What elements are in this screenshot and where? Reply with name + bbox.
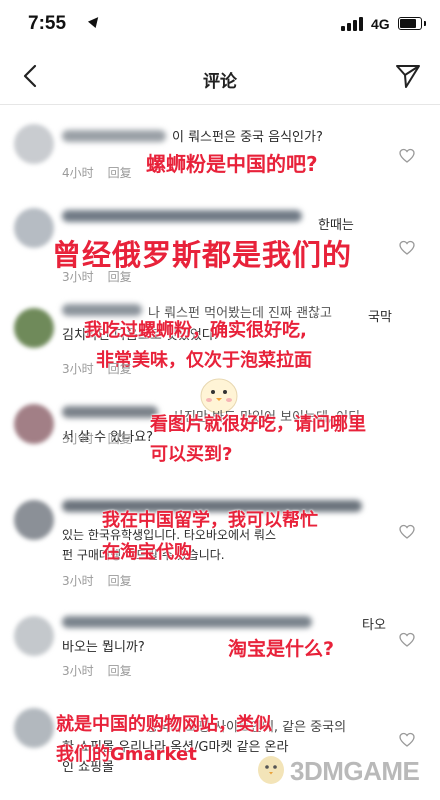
avatar[interactable] [14, 308, 54, 348]
caption-overlay: 螺蛳粉是中国的吧? [146, 152, 318, 176]
like-heart-icon[interactable] [399, 632, 415, 648]
caption-overlay: 淘宝是什么? [228, 638, 335, 660]
comment-time: 3小时 [62, 362, 94, 376]
3dmgame-logo-icon [258, 756, 284, 784]
username-blurred[interactable] [62, 304, 142, 316]
comment-time: 3小时 [62, 574, 94, 588]
comment-time: 3小时 [62, 432, 94, 446]
comment-time: 3小时 [62, 270, 94, 284]
location-icon [87, 13, 103, 29]
comment-time: 4小时 [62, 166, 94, 180]
reply-button[interactable]: 回复 [108, 664, 132, 678]
network-label: 4G [371, 16, 390, 32]
comment-meta: 4小时 回复 [62, 164, 132, 181]
reply-button[interactable]: 回复 [108, 362, 132, 376]
page-title: 评论 [203, 72, 237, 92]
comment-item: 사진만 봐도 맛있어 보이는데, 어디 서 살 수 있나요? 看图片就很好吃，请… [0, 400, 440, 480]
caption-overlay: 我吃过螺蛳粉，确实很好吃, [84, 320, 307, 341]
avatar[interactable] [14, 208, 54, 248]
caption-overlay: 看图片就很好吃，请问哪里 [150, 414, 366, 435]
comment-text: 국막 [368, 310, 392, 325]
signal-icon [341, 17, 367, 31]
comment-item: 타오 바오는 뭡니까? 淘宝是什么? 3小时 回复 [0, 612, 440, 692]
comment-meta: 3小时 回复 [62, 360, 132, 377]
battery-icon [398, 17, 426, 30]
username-blurred[interactable] [62, 616, 312, 628]
username-blurred[interactable] [62, 130, 166, 142]
username-blurred[interactable] [62, 210, 302, 222]
comment-meta: 3小时 回复 [62, 430, 132, 447]
avatar[interactable] [14, 124, 54, 164]
caption-overlay: 就是中国的购物网站，类似 [56, 714, 272, 735]
username-blurred[interactable] [62, 406, 158, 418]
comment-text: 바오는 뭡니까? [62, 640, 145, 655]
avatar[interactable] [14, 500, 54, 540]
reply-button[interactable]: 回复 [108, 270, 132, 284]
like-heart-icon[interactable] [399, 732, 415, 748]
comment-text: 타오 [362, 618, 386, 633]
status-bar: 7:55 4G [0, 0, 440, 44]
avatar[interactable] [14, 404, 54, 444]
status-time: 7:55 [28, 13, 67, 34]
caption-overlay: 我在中国留学，我可以帮忙 [102, 510, 318, 531]
comment-text: 한때는 [318, 218, 354, 233]
comment-meta: 3小时 回复 [62, 268, 132, 285]
nav-bar: 评论 [0, 50, 440, 105]
comment-text: 이 뤄스펀은 중국 음식인가? [172, 130, 323, 145]
caption-overlay: 可以买到? [150, 444, 233, 465]
avatar[interactable] [14, 616, 54, 656]
send-icon[interactable] [394, 62, 422, 90]
comment-item: 있는 한국유학생입니다. 타오바오에서 뤄스 펀 구매대행 해드릴 수 있습니다… [0, 494, 440, 588]
like-heart-icon[interactable] [399, 240, 415, 256]
comment-item: 이 뤄스펀은 중국 음식인가? 4小时 回复 螺蛳粉是中国的吧? [0, 118, 440, 188]
reply-button[interactable]: 回复 [108, 166, 132, 180]
like-heart-icon[interactable] [399, 524, 415, 540]
reply-button[interactable]: 回复 [108, 574, 132, 588]
watermark: 3DMGAME [290, 756, 420, 786]
reply-button[interactable]: 回复 [108, 432, 132, 446]
comment-meta: 3小时 回复 [62, 572, 132, 589]
comment-time: 3小时 [62, 664, 94, 678]
like-heart-icon[interactable] [399, 148, 415, 164]
caption-overlay: 在淘宝代购 [102, 542, 192, 563]
comment-meta: 3小时 回复 [62, 662, 132, 679]
caption-overlay: 我们的Gmarket [56, 744, 197, 765]
comment-item: 한때는 曾经俄罗斯都是我们的 3小时 回复 [0, 200, 440, 290]
avatar[interactable] [14, 708, 54, 748]
